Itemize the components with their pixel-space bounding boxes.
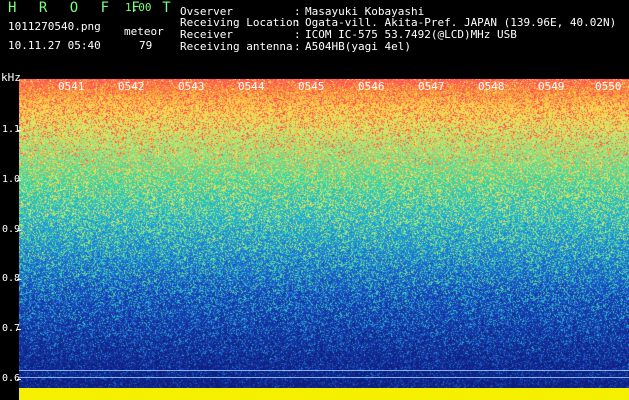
antenna-separator: : — [294, 40, 301, 53]
file-datetime: 10.11.27 05:40 — [8, 39, 101, 52]
x-tick-label: 0544 — [238, 80, 265, 93]
x-tick-label: 0541 — [58, 80, 85, 93]
app-version: 1.00 — [125, 1, 152, 14]
x-tick-label: 0545 — [298, 80, 325, 93]
x-tick-label: 0548 — [478, 80, 505, 93]
antenna-label: Receiving antenna — [180, 40, 293, 53]
axis-unit-label: kHz — [1, 71, 21, 84]
y-tick-mark — [17, 379, 21, 380]
file-name: 1011270540.png — [8, 20, 101, 33]
x-tick-label: 0542 — [118, 80, 145, 93]
y-tick-mark — [17, 329, 21, 330]
y-tick-mark — [17, 180, 21, 181]
app-title: H R O F F T — [8, 0, 178, 16]
spectrogram-plot — [19, 79, 629, 400]
x-tick-label: 0543 — [178, 80, 205, 93]
yellow-band — [19, 388, 629, 400]
x-tick-label: 0550 — [595, 80, 622, 93]
spectrogram-noise — [19, 79, 629, 400]
x-tick-label: 0546 — [358, 80, 385, 93]
meteor-count: 79 — [139, 39, 153, 52]
reference-line-upper — [19, 370, 629, 371]
meteor-label: meteor — [124, 25, 164, 38]
x-tick-label: 0547 — [418, 80, 445, 93]
antenna-value: A504HB(yagi 4el) — [305, 40, 411, 53]
reference-line-lower — [19, 377, 629, 378]
y-tick-mark — [17, 230, 21, 231]
x-tick-label: 0549 — [538, 80, 565, 93]
y-tick-mark — [17, 279, 21, 280]
y-tick-mark — [17, 130, 21, 131]
